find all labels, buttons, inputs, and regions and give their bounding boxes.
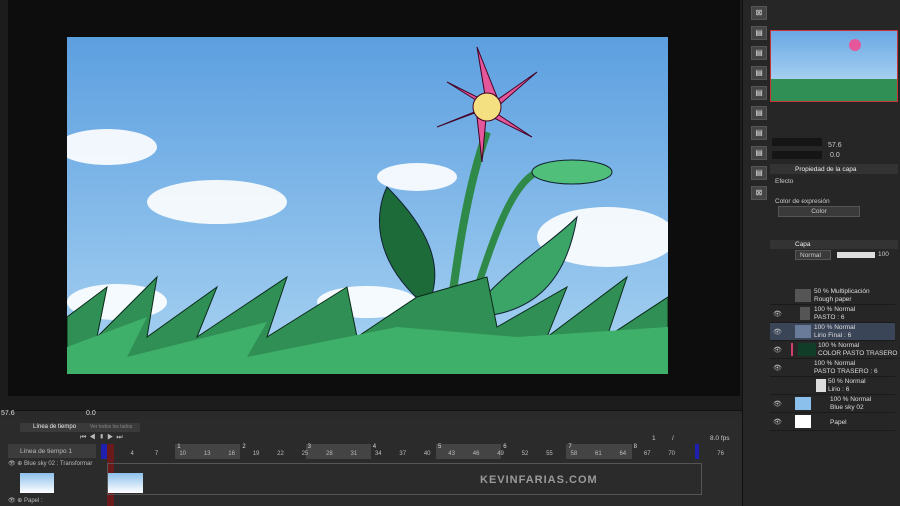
second-label: 6 [503, 444, 507, 450]
navigator-rotation[interactable]: 0.0 [830, 152, 840, 159]
panel-icon[interactable]: ⊠ [751, 6, 767, 20]
rotation-value[interactable]: 0.0 [86, 410, 96, 418]
panel-icon[interactable]: ▤ [751, 166, 767, 180]
second-label: 4 [372, 444, 377, 450]
opacity-slider[interactable] [837, 252, 875, 258]
eye-icon[interactable]: 👁 [773, 310, 782, 318]
opacity-value[interactable]: 100 [878, 251, 889, 258]
frame-label: 34 [374, 451, 382, 457]
second-band [436, 444, 502, 459]
frame-label: 76 [717, 451, 724, 457]
track-thumbnail [20, 473, 54, 493]
track-clip[interactable] [107, 463, 702, 495]
frame-label: 67 [643, 451, 651, 457]
second-label: 2 [242, 444, 246, 450]
panel-icon[interactable]: ▤ [751, 86, 767, 100]
end-marker[interactable] [695, 444, 699, 459]
navigator-thumbnail[interactable] [770, 30, 898, 102]
frame-label: 13 [203, 451, 211, 457]
eye-icon[interactable]: 👁 [773, 400, 782, 408]
frame-label: 4 [130, 451, 134, 457]
panel-icon[interactable]: ▤ [751, 126, 767, 140]
frame-label: 43 [448, 451, 455, 457]
frame-label: 55 [546, 451, 553, 457]
zoom-slider[interactable] [772, 138, 822, 146]
second-label: 5 [438, 444, 442, 450]
frame-label: 22 [277, 451, 284, 457]
frame-label: 40 [423, 451, 431, 457]
layer-row[interactable]: 👁 Papel [770, 413, 895, 431]
frame-label: 70 [668, 451, 676, 457]
second-label: 7 [568, 444, 572, 450]
expression-color-value: Color [811, 208, 827, 215]
panel-icon[interactable]: ▤ [751, 26, 767, 40]
frame-label: 25 [301, 451, 309, 457]
timeline-panel: Línea de tiempo Ver todos los lados ⏮◀▮▶… [0, 419, 742, 506]
frame-label: 19 [252, 451, 260, 457]
layer-row[interactable]: 50 % Multiplicación Rough paper [770, 287, 895, 305]
layer-row[interactable]: 50 % Normal Lirio : 6 [770, 377, 895, 395]
effect-label: Efecto [775, 178, 794, 185]
expression-color-label: Color de expresión [775, 198, 830, 205]
frame-label: 61 [595, 451, 602, 457]
panel-icon[interactable]: ▤ [751, 146, 767, 160]
frame-label: 28 [326, 451, 333, 457]
frame-label: 58 [570, 451, 578, 457]
layer-row-selected[interactable]: 👁 100 % Normal Lirio Final : 6 [770, 323, 895, 341]
frame-label: 31 [350, 451, 358, 457]
frame-label: 52 [521, 451, 529, 457]
second-label: 3 [307, 444, 311, 450]
frame-label: 10 [179, 451, 187, 457]
layer-panel-tab[interactable]: Capa [795, 241, 811, 248]
layer-row[interactable]: 👁 100 % Normal Blue sky 02 [770, 395, 895, 413]
eye-icon[interactable]: 👁 [773, 346, 782, 354]
track-label: 👁 ⊕ Blue sky 02 : Transformar [8, 461, 93, 467]
second-label: 8 [633, 444, 637, 450]
canvas-area[interactable] [0, 0, 742, 410]
frame-label: 46 [472, 451, 480, 457]
eye-icon[interactable]: 👁 [773, 364, 782, 372]
layer-row[interactable]: 👁 100 % Normal PASTO TRASERO : 6 [770, 359, 895, 377]
second-label: 1 [177, 444, 181, 450]
rotation-slider[interactable] [772, 151, 822, 159]
eye-icon[interactable]: 👁 [773, 328, 782, 336]
horizontal-scrollbar[interactable] [0, 410, 742, 419]
frame-label: 16 [228, 451, 235, 457]
frame-label: 49 [497, 451, 504, 457]
zoom-value[interactable]: 57.6 [1, 410, 15, 418]
watermark: KEVINFARIAS.COM [480, 474, 598, 486]
navigator-zoom[interactable]: 57.6 [828, 142, 842, 149]
layer-row[interactable]: 👁 100 % Normal PASTO : 6 [770, 305, 895, 323]
panel-icon[interactable]: ▤ [751, 66, 767, 80]
track-label: 👁 ⊕ Papel : [8, 498, 43, 504]
eye-icon[interactable]: 👁 [773, 418, 782, 426]
frame-label: 64 [619, 451, 627, 457]
panel-icon[interactable]: ⊠ [751, 186, 767, 200]
artwork-canvas[interactable] [67, 37, 668, 374]
second-band [305, 444, 371, 459]
frame-label: 7 [154, 451, 159, 457]
expression-color-select[interactable]: Color [778, 206, 860, 217]
layer-property-tab[interactable]: Propiedad de la capa [795, 166, 856, 173]
panel-icon[interactable]: ▤ [751, 106, 767, 120]
layer-row[interactable]: 👁 100 % Normal COLOR PASTO TRASERO [770, 341, 897, 359]
frame-label: 37 [399, 451, 407, 457]
panel-icon[interactable]: ▤ [751, 46, 767, 60]
blend-mode-select[interactable]: Normal [795, 250, 831, 260]
